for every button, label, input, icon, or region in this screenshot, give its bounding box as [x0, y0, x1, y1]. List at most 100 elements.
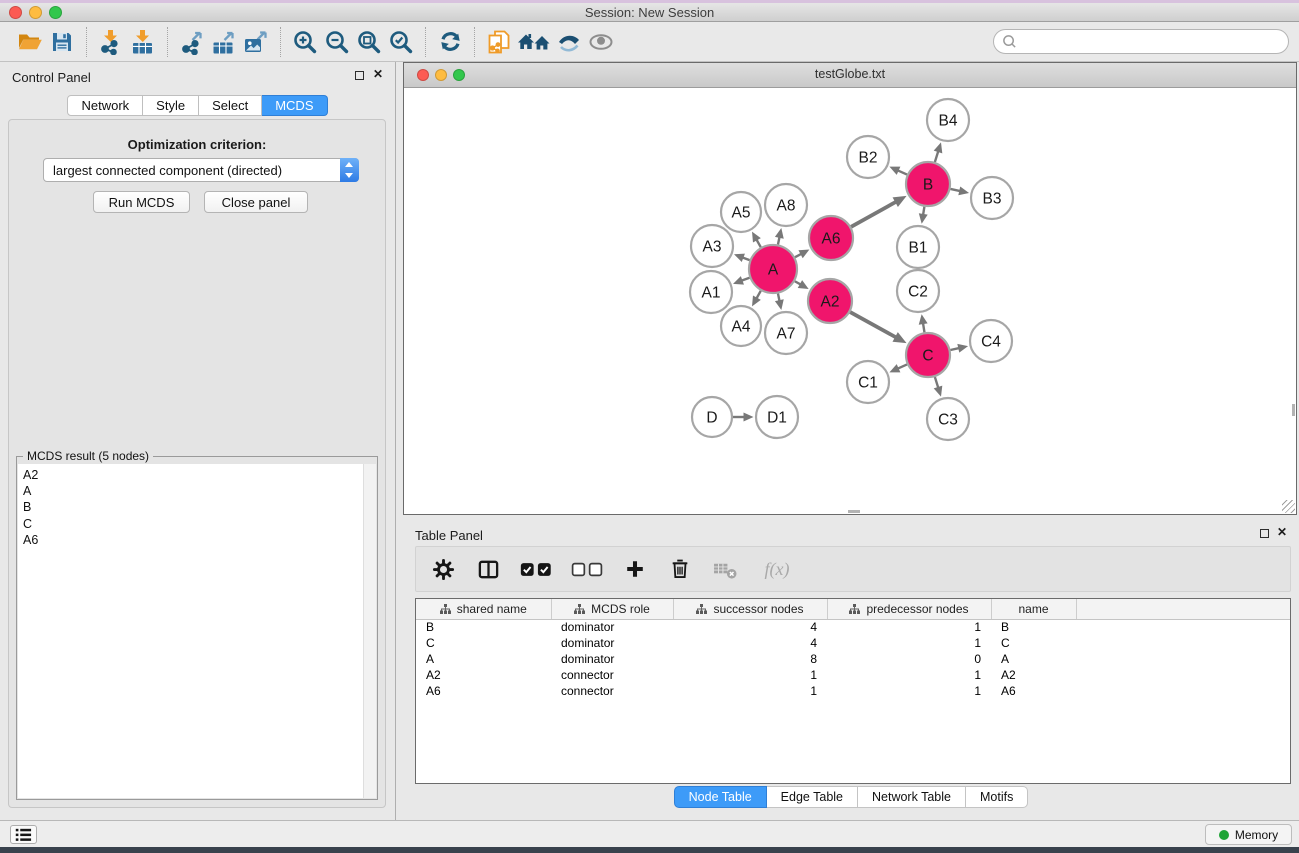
graph-edge-A2-C[interactable]	[850, 312, 897, 338]
table-row[interactable]: Adominator80A	[416, 651, 1290, 667]
window-titlebar[interactable]: Session: New Session	[0, 3, 1299, 22]
export-network-button[interactable]	[176, 26, 208, 58]
table-cell[interactable]: B	[991, 619, 1076, 635]
table-row[interactable]: Bdominator41B	[416, 619, 1290, 635]
search-input[interactable]	[1017, 35, 1280, 49]
eye-icon	[588, 29, 614, 55]
table-cell[interactable]: dominator	[551, 635, 673, 651]
save-session-button[interactable]	[46, 26, 78, 58]
function-builder-button[interactable]: f(x)	[755, 553, 799, 585]
mcds-result-item[interactable]: C	[23, 516, 376, 532]
table-cell[interactable]: 1	[673, 667, 827, 683]
table-cell[interactable]: 4	[673, 635, 827, 651]
column-header-shared-name[interactable]: shared name	[416, 599, 551, 619]
table-cell[interactable]: dominator	[551, 619, 673, 635]
table-cell[interactable]: A	[416, 651, 551, 667]
split-view-button[interactable]	[473, 553, 503, 585]
column-header-predecessor-nodes[interactable]: predecessor nodes	[827, 599, 991, 619]
tab-mcds[interactable]: MCDS	[262, 95, 327, 116]
tab-network[interactable]: Network	[67, 95, 143, 116]
table-cell[interactable]: 1	[827, 683, 991, 699]
refresh-button[interactable]	[434, 26, 466, 58]
graph-edge-A6-B[interactable]	[851, 201, 897, 227]
table-cell[interactable]: C	[991, 635, 1076, 651]
import-table-button[interactable]	[127, 26, 159, 58]
mcds-result-item[interactable]: A	[23, 483, 376, 499]
import-network-button[interactable]	[95, 26, 127, 58]
mcds-result-item[interactable]: A2	[23, 467, 376, 483]
tab-select[interactable]: Select	[199, 95, 262, 116]
table-cell[interactable]: A6	[991, 683, 1076, 699]
table-cell[interactable]: A6	[416, 683, 551, 699]
column-header-MCDS-role[interactable]: MCDS role	[551, 599, 673, 619]
resize-grip[interactable]	[1282, 500, 1295, 513]
table-row[interactable]: A2connector11A2	[416, 667, 1290, 683]
clone-network-button[interactable]	[483, 26, 515, 58]
zoom-selected-button[interactable]	[385, 26, 417, 58]
delete-column-button[interactable]	[665, 553, 695, 585]
table-cell[interactable]: 4	[673, 619, 827, 635]
network-window-titlebar[interactable]: testGlobe.txt	[404, 63, 1296, 88]
graph-edge-arrowhead	[919, 314, 928, 325]
export-table-button[interactable]	[208, 26, 240, 58]
zoom-fit-button[interactable]	[353, 26, 385, 58]
memory-button[interactable]: Memory	[1205, 824, 1292, 845]
horizontal-scroll-indicator[interactable]	[848, 510, 860, 513]
float-panel-icon[interactable]	[1260, 529, 1269, 538]
table-cell[interactable]: connector	[551, 667, 673, 683]
zoom-in-button[interactable]	[289, 26, 321, 58]
table-cell[interactable]: 1	[827, 619, 991, 635]
column-header-successor-nodes[interactable]: successor nodes	[673, 599, 827, 619]
zoom-out-button[interactable]	[321, 26, 353, 58]
deselect-all-button[interactable]	[569, 553, 605, 585]
table-cell[interactable]: 8	[673, 651, 827, 667]
table-cell[interactable]: 1	[827, 635, 991, 651]
close-panel-icon[interactable]: ✕	[373, 67, 383, 81]
add-column-button[interactable]	[620, 553, 650, 585]
table-cell[interactable]: 1	[827, 667, 991, 683]
home-button[interactable]	[515, 26, 553, 58]
column-header-label: MCDS role	[591, 602, 650, 616]
show-details-button[interactable]	[585, 26, 617, 58]
table-cell[interactable]: dominator	[551, 651, 673, 667]
table-row[interactable]: A6connector11A6	[416, 683, 1290, 699]
save-icon	[50, 30, 74, 54]
toolbar-separator	[86, 27, 87, 57]
tab-edge-table[interactable]: Edge Table	[767, 786, 858, 808]
tab-motifs[interactable]: Motifs	[966, 786, 1028, 808]
export-image-button[interactable]	[240, 26, 272, 58]
mcds-result-item[interactable]: B	[23, 499, 376, 515]
delete-table-button[interactable]	[710, 553, 740, 585]
search-field[interactable]	[993, 29, 1289, 54]
table-cell[interactable]: A	[991, 651, 1076, 667]
column-header-name[interactable]: name	[991, 599, 1076, 619]
network-canvas[interactable]: B4B2BB3A5A8A6A3B1AA1C2A2A4A7C4CC1C3DD1	[404, 88, 1296, 514]
table-cell[interactable]: A2	[416, 667, 551, 683]
table-settings-button[interactable]	[428, 553, 458, 585]
close-panel-button[interactable]: Close panel	[204, 191, 308, 213]
fx-icon: f(x)	[765, 559, 790, 580]
table-cell[interactable]: connector	[551, 683, 673, 699]
table-cell[interactable]: A2	[991, 667, 1076, 683]
table-cell[interactable]: 0	[827, 651, 991, 667]
select-all-button[interactable]	[518, 553, 554, 585]
task-history-button[interactable]	[10, 825, 37, 844]
hide-details-button[interactable]	[553, 26, 585, 58]
scrollbar-track[interactable]	[363, 464, 376, 798]
table-cell[interactable]: B	[416, 619, 551, 635]
graph-edge-arrowhead	[934, 142, 943, 153]
mcds-result-item[interactable]: A6	[23, 532, 376, 548]
table-cell[interactable]: C	[416, 635, 551, 651]
optimization-criterion-select[interactable]: largest connected component (directed)	[43, 158, 359, 182]
float-panel-icon[interactable]	[355, 71, 364, 80]
vertical-scroll-indicator[interactable]	[1292, 404, 1295, 416]
tab-network-table[interactable]: Network Table	[858, 786, 966, 808]
tab-style[interactable]: Style	[143, 95, 199, 116]
tab-node-table[interactable]: Node Table	[674, 786, 767, 808]
gear-icon	[432, 558, 455, 581]
open-session-button[interactable]	[14, 26, 46, 58]
close-panel-icon[interactable]: ✕	[1277, 525, 1287, 539]
table-row[interactable]: Cdominator41C	[416, 635, 1290, 651]
table-cell[interactable]: 1	[673, 683, 827, 699]
run-mcds-button[interactable]: Run MCDS	[93, 191, 190, 213]
